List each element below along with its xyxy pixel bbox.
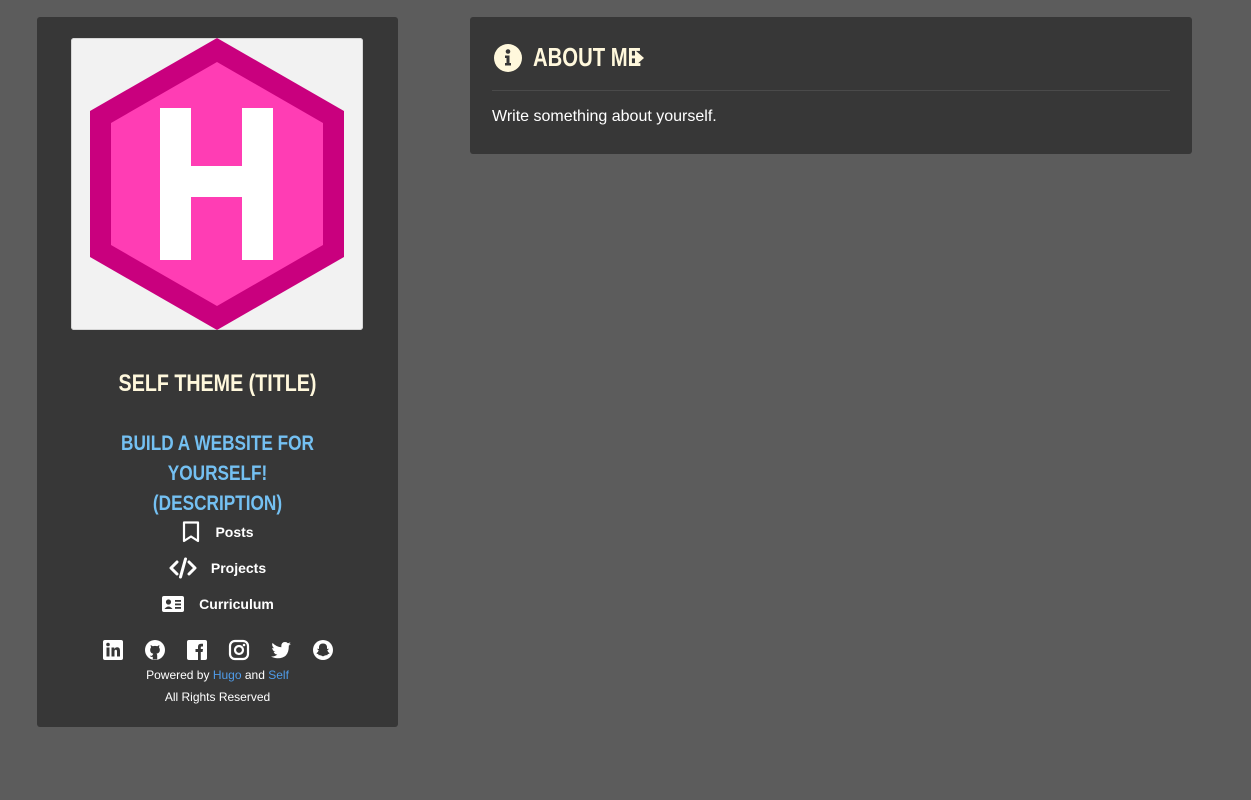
- powered-by-line: Powered by Hugo and Self: [37, 664, 398, 686]
- about-title: ABOUT ME: [533, 42, 642, 72]
- about-divider: [492, 90, 1170, 91]
- and-text: and: [244, 668, 265, 682]
- sidebar: SELF THEME (TITLE) BUILD A WEBSITE FOR Y…: [37, 17, 398, 727]
- self-link[interactable]: Self: [268, 668, 289, 682]
- nav-item-curriculum[interactable]: Curriculum: [37, 586, 398, 622]
- hugo-link[interactable]: Hugo: [213, 668, 242, 682]
- github-icon[interactable]: [144, 639, 166, 661]
- social-links: [37, 639, 398, 661]
- linkedin-icon[interactable]: [102, 639, 124, 661]
- id-card-icon: [162, 596, 185, 612]
- twitter-icon[interactable]: [270, 639, 292, 661]
- info-icon: [494, 43, 522, 72]
- nav-item-label: Posts: [215, 524, 254, 540]
- about-header[interactable]: ABOUT ME: [493, 42, 645, 73]
- site-description-line2: (DESCRIPTION): [152, 492, 283, 515]
- site-logo[interactable]: [71, 38, 363, 330]
- rights-text: All Rights Reserved: [164, 690, 271, 704]
- sidebar-footer: Powered by Hugo and Self All Rights Rese…: [37, 664, 398, 708]
- site-description: BUILD A WEBSITE FOR YOURSELF! (DESCRIPTI…: [94, 429, 341, 519]
- nav-item-projects[interactable]: Projects: [37, 550, 398, 586]
- instagram-icon[interactable]: [228, 639, 250, 661]
- site-description-line1: BUILD A WEBSITE FOR YOURSELF!: [121, 432, 314, 485]
- nav-item-posts[interactable]: Posts: [37, 514, 398, 550]
- snapchat-icon[interactable]: [312, 639, 334, 661]
- hugo-logo-icon: [90, 38, 344, 330]
- main-nav: Posts Projects Curriculum: [37, 514, 398, 622]
- about-body: Write something about yourself.: [492, 108, 717, 125]
- nav-item-label: Curriculum: [199, 596, 274, 612]
- code-icon: [169, 557, 197, 579]
- powered-by-text: Powered by: [146, 668, 210, 682]
- bookmark-icon: [183, 521, 200, 543]
- facebook-icon[interactable]: [186, 639, 208, 661]
- about-card: ABOUT ME Write something about yourself.: [470, 17, 1192, 154]
- nav-item-label: Projects: [210, 560, 267, 576]
- site-title: SELF THEME (TITLE): [118, 370, 317, 397]
